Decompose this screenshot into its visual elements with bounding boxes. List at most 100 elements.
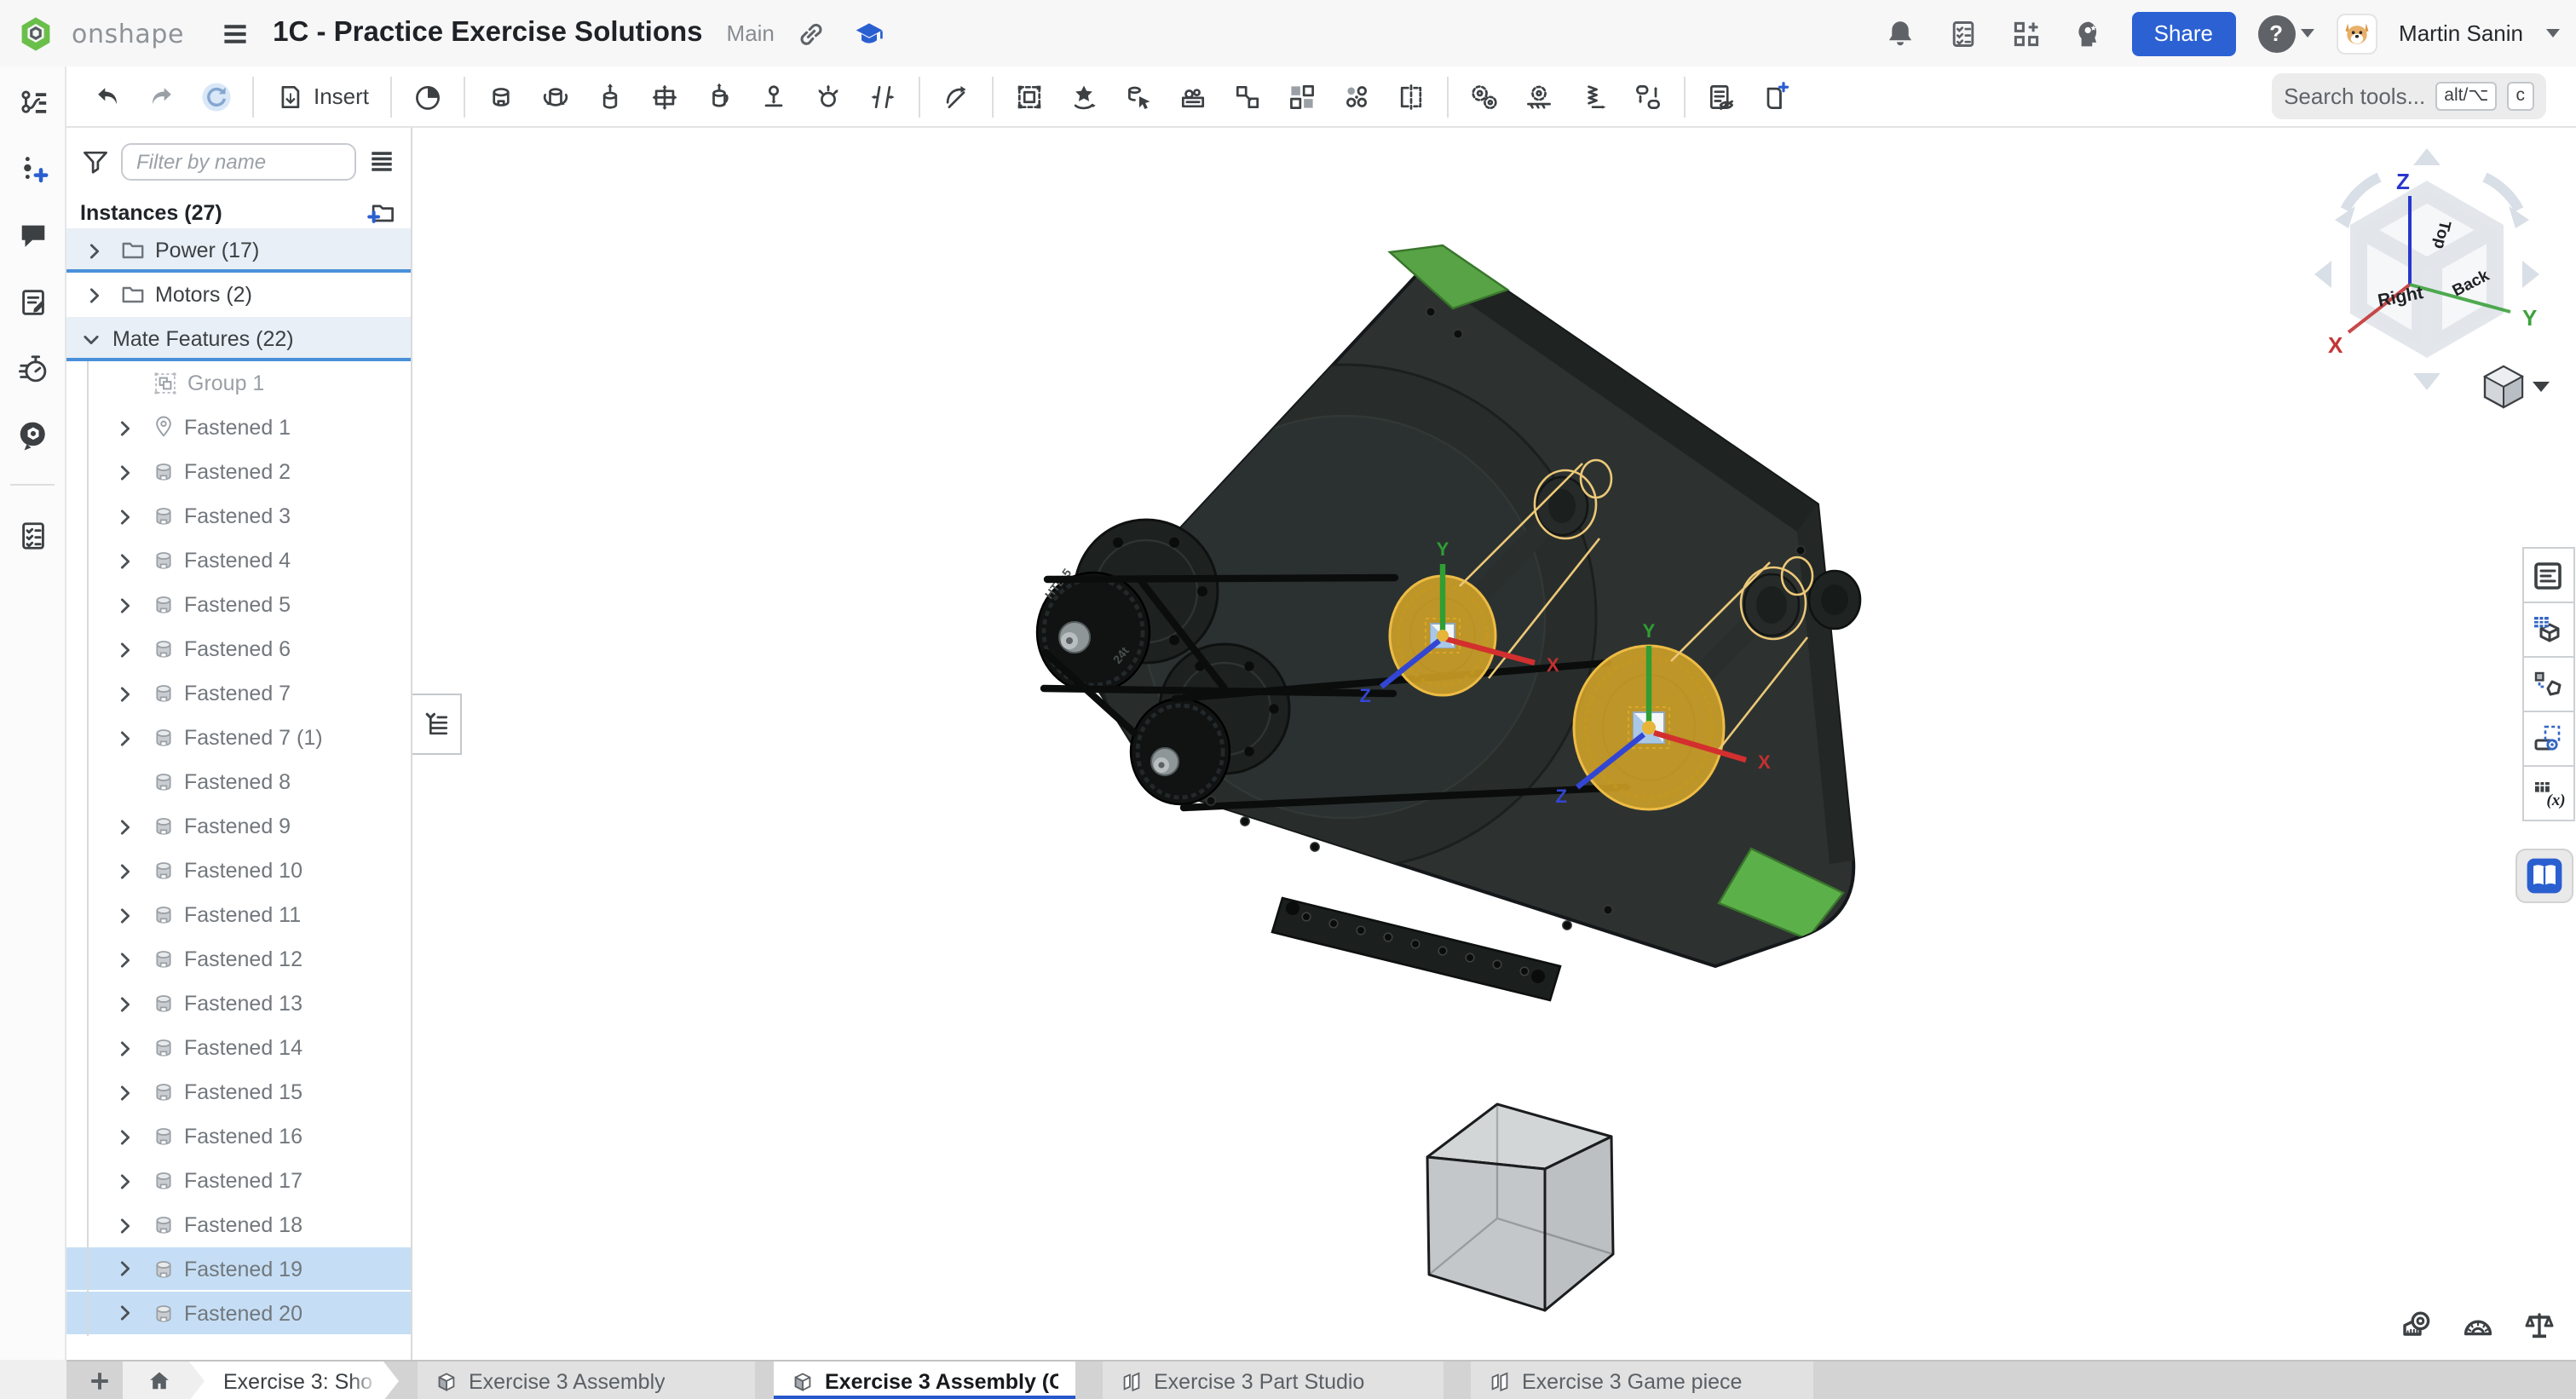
mass-properties-icon[interactable] (2521, 1309, 2556, 1343)
ball-mate-button[interactable] (800, 72, 855, 121)
snap-mode-button[interactable] (928, 72, 983, 121)
tree-row-fastened-5[interactable]: Fastened 5 (66, 583, 411, 627)
slider-mate-button[interactable] (582, 72, 637, 121)
collapse-panel-handle[interactable] (412, 694, 462, 755)
hamburger-menu-icon[interactable] (215, 13, 256, 54)
filter-by-name-input[interactable]: Filter by name (121, 143, 356, 181)
belt-relation-button[interactable] (1620, 72, 1674, 121)
tape-measure-icon[interactable] (2399, 1309, 2433, 1343)
tree-row-fastened-7[interactable]: Fastened 7 (66, 671, 411, 716)
display-states-button[interactable] (1693, 72, 1748, 121)
protractor-icon[interactable] (2460, 1309, 2494, 1343)
tree-row-mate-features-22-[interactable]: Mate Features (22) (66, 317, 411, 361)
search-tools-field[interactable]: Search tools... alt/⌥ c (2272, 73, 2545, 119)
chevron-right-icon[interactable] (114, 638, 136, 660)
tree-row-fastened-18[interactable]: Fastened 18 (66, 1203, 411, 1247)
tree-row-group-1[interactable]: Group 1 (66, 361, 411, 406)
comments-rail-button[interactable] (12, 215, 53, 256)
tree-row-motors-2-[interactable]: Motors (2) (66, 273, 411, 317)
home-tab[interactable] (123, 1362, 205, 1399)
chevron-right-icon[interactable] (114, 461, 136, 483)
tasks-checklist-icon[interactable] (1943, 13, 1984, 54)
tree-row-fastened-1[interactable]: Fastened 1 (66, 406, 411, 450)
help-icon[interactable]: ? (2257, 14, 2295, 52)
education-cap-icon[interactable] (850, 13, 890, 54)
chevron-right-icon[interactable] (114, 1081, 136, 1103)
graphics-viewport[interactable]: HTD 5 24t (412, 128, 2576, 1360)
exploded-views-panel-button[interactable] (2521, 711, 2574, 767)
tree-row-fastened-15[interactable]: Fastened 15 (66, 1070, 411, 1114)
notes-rail-button[interactable] (12, 281, 53, 322)
chevron-right-icon[interactable] (114, 993, 136, 1015)
chevron-right-icon[interactable] (84, 239, 106, 262)
fastened-mate-button[interactable] (473, 72, 527, 121)
standard-content-button[interactable] (1165, 72, 1219, 121)
share-link-icon[interactable] (792, 13, 833, 54)
tree-row-fastened-7-1-[interactable]: Fastened 7 (1) (66, 716, 411, 760)
tree-row-fastened-20[interactable]: Fastened 20 (66, 1292, 411, 1336)
versions-rail-button[interactable] (12, 82, 53, 123)
chevron-right-icon[interactable] (114, 1258, 136, 1280)
transform-button[interactable] (1219, 72, 1274, 121)
tree-row-fastened-19[interactable]: Fastened 19 (66, 1247, 411, 1292)
variables-panel-button[interactable]: (x) (2521, 765, 2574, 821)
tree-row-fastened-11[interactable]: Fastened 11 (66, 893, 411, 937)
document-breadcrumb-tab[interactable]: Exercise 3: Sho (186, 1362, 399, 1399)
update-button[interactable] (189, 72, 244, 121)
chevron-right-icon[interactable] (114, 860, 136, 882)
planar-mate-button[interactable] (637, 72, 691, 121)
group-button[interactable] (1001, 72, 1056, 121)
tree-row-fastened-12[interactable]: Fastened 12 (66, 937, 411, 982)
chevron-right-icon[interactable] (114, 505, 136, 527)
tree-row-fastened-8[interactable]: Fastened 8 (66, 760, 411, 804)
ai-advisor-icon[interactable] (2069, 13, 2110, 54)
bom-panel-button[interactable] (2521, 547, 2574, 603)
circular-pattern-button[interactable] (1328, 72, 1383, 121)
chevron-right-icon[interactable] (114, 550, 136, 572)
redo-button[interactable] (135, 72, 189, 121)
user-name[interactable]: Martin Sanin (2399, 20, 2523, 46)
tree-row-fastened-3[interactable]: Fastened 3 (66, 494, 411, 538)
element-tab-exercise-3-assembly-c-[interactable]: Exercise 3 Assembly (C) (774, 1362, 1075, 1399)
pin-slot-mate-button[interactable] (746, 72, 800, 121)
screw-relation-button[interactable] (1565, 72, 1620, 121)
chevron-right-icon[interactable] (114, 948, 136, 970)
chevron-right-icon[interactable] (114, 1170, 136, 1192)
tree-row-fastened-16[interactable]: Fastened 16 (66, 1114, 411, 1159)
rack-pinion-relation-button[interactable] (1511, 72, 1565, 121)
chevron-right-icon[interactable] (114, 417, 136, 439)
tree-row-fastened-10[interactable]: Fastened 10 (66, 849, 411, 893)
notifications-bell-icon[interactable] (1880, 13, 1921, 54)
chevron-right-icon[interactable] (114, 594, 136, 616)
chevron-right-icon[interactable] (114, 727, 136, 749)
chevron-right-icon[interactable] (114, 1302, 136, 1324)
element-tab-exercise-3-assembly[interactable]: Exercise 3 Assembly (418, 1362, 755, 1399)
parallel-mate-button[interactable] (855, 72, 909, 121)
user-menu-caret-icon[interactable] (2545, 29, 2559, 37)
linear-pattern-button[interactable] (1274, 72, 1328, 121)
named-views-button[interactable] (1748, 72, 1802, 121)
learning-center-button[interactable] (2515, 849, 2573, 903)
cylindrical-mate-button[interactable] (691, 72, 746, 121)
list-view-icon[interactable] (366, 147, 397, 177)
filter-icon[interactable] (80, 147, 111, 177)
performance-rail-button[interactable] (12, 348, 53, 389)
tree-row-fastened-4[interactable]: Fastened 4 (66, 538, 411, 583)
chevron-right-icon[interactable] (114, 904, 136, 926)
user-avatar[interactable] (2336, 13, 2377, 54)
undo-button[interactable] (80, 72, 135, 121)
tree-row-fastened-14[interactable]: Fastened 14 (66, 1026, 411, 1070)
help-menu[interactable]: ? (2257, 14, 2314, 52)
chevron-right-icon[interactable] (114, 1214, 136, 1236)
mate-button[interactable] (400, 72, 454, 121)
chevron-right-icon[interactable] (114, 1126, 136, 1148)
onshape-logo-icon[interactable] (17, 14, 55, 52)
element-tab-exercise-3-game-piece[interactable]: Exercise 3 Game piece (1471, 1362, 1813, 1399)
add-tab-button[interactable] (77, 1362, 121, 1399)
tree-row-fastened-6[interactable]: Fastened 6 (66, 627, 411, 671)
tree-row-fastened-17[interactable]: Fastened 17 (66, 1159, 411, 1203)
gear-relation-button[interactable] (1456, 72, 1511, 121)
insert-button[interactable]: Insert (262, 72, 381, 121)
tree-row-fastened-9[interactable]: Fastened 9 (66, 804, 411, 849)
chevron-down-icon[interactable] (80, 328, 102, 350)
